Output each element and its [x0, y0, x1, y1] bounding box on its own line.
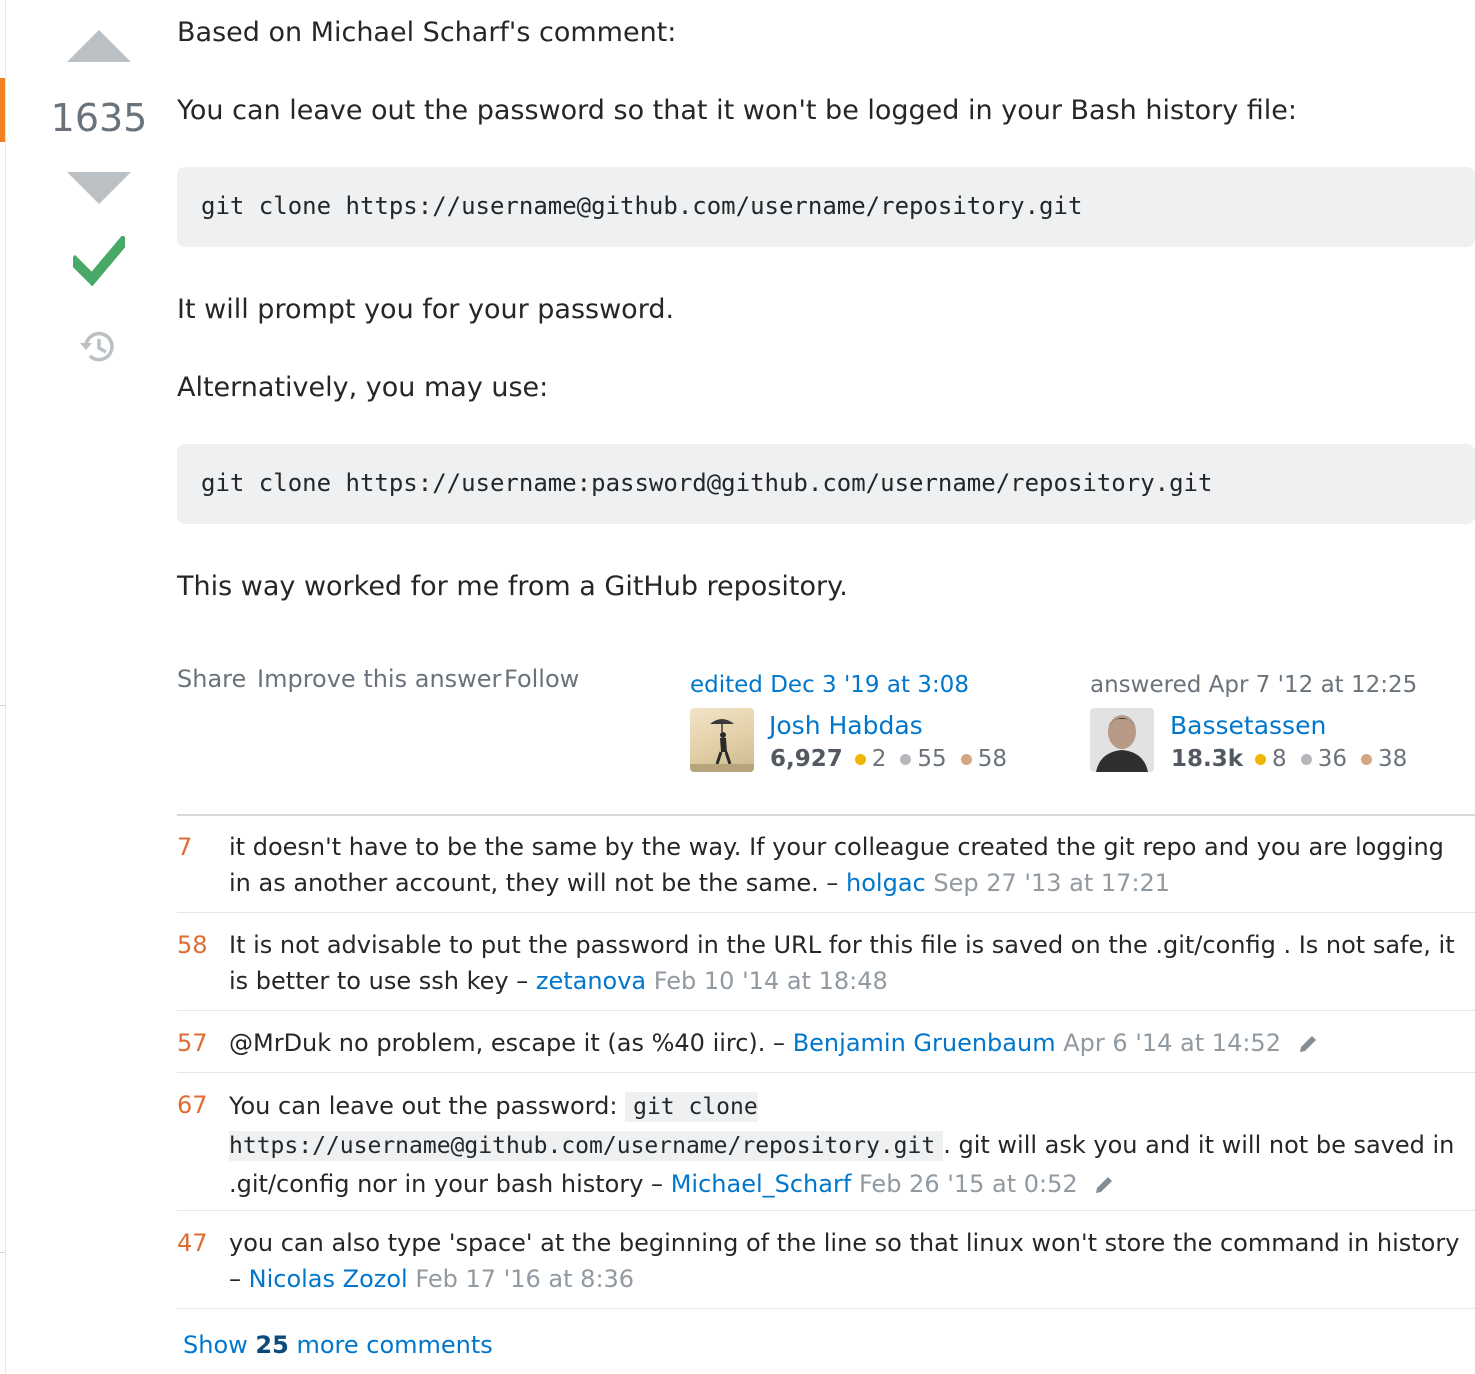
comment-date[interactable]: Apr 6 '14 at 14:52	[1063, 1029, 1281, 1057]
code-block: git clone https://username:password@gith…	[177, 444, 1475, 524]
edited-timestamp-link[interactable]: edited Dec 3 '19 at 3:08	[690, 672, 969, 698]
pencil-icon[interactable]	[1093, 1174, 1115, 1196]
comment-text: it doesn't have to be the same by the wa…	[229, 833, 1444, 897]
show-more-suffix: more comments	[296, 1331, 493, 1359]
comment-user-link[interactable]: Benjamin Gruenbaum	[793, 1029, 1056, 1057]
gold-badges: 2	[854, 746, 886, 772]
editor-name-link[interactable]: Josh Habdas	[769, 711, 923, 740]
bronze-badge-icon	[1360, 753, 1372, 765]
improve-answer-link[interactable]: Improve this answer	[257, 665, 501, 693]
comment-body: It is not advisable to put the password …	[229, 927, 1469, 999]
silver-badges: 36	[1300, 746, 1347, 772]
gold-badges: 8	[1255, 746, 1287, 772]
comment-divider	[177, 1072, 1475, 1073]
editor-stats: 6,927 2 55 58	[770, 746, 1021, 772]
left-divider	[0, 705, 6, 706]
gold-badge-icon	[1255, 753, 1267, 765]
code-block: git clone https://username@github.com/us…	[177, 167, 1475, 247]
paragraph: This way worked for me from a GitHub rep…	[177, 571, 848, 602]
comment-divider	[177, 912, 1475, 913]
comment-date[interactable]: Feb 17 '16 at 8:36	[415, 1265, 634, 1293]
gold-badge-icon	[854, 753, 866, 765]
downvote-icon[interactable]	[67, 172, 131, 204]
bronze-badge-icon	[960, 753, 972, 765]
comment-score: 47	[177, 1229, 208, 1257]
comment-body: You can leave out the password: git clon…	[229, 1087, 1469, 1203]
silver-badge-icon	[1300, 753, 1312, 765]
history-icon[interactable]	[78, 328, 118, 366]
comment-user-link[interactable]: holgac	[846, 869, 926, 897]
bronze-badges: 58	[960, 746, 1007, 772]
comment-date[interactable]: Sep 27 '13 at 17:21	[933, 869, 1170, 897]
left-divider	[0, 1252, 6, 1253]
comment-body: you can also type 'space' at the beginni…	[229, 1225, 1469, 1297]
comment-score: 7	[177, 833, 193, 861]
comment-date[interactable]: Feb 26 '15 at 0:52	[859, 1170, 1078, 1198]
left-border	[5, 0, 6, 1374]
comment-body: it doesn't have to be the same by the wa…	[229, 829, 1469, 901]
reputation-score: 18.3k	[1171, 746, 1244, 772]
comment-user-link[interactable]: zetanova	[536, 967, 646, 995]
comments-top-divider	[177, 814, 1475, 816]
bronze-badges: 38	[1360, 746, 1407, 772]
hidden-comment-count: 25	[255, 1331, 289, 1359]
silver-badge-icon	[900, 753, 912, 765]
code-text: git clone https://username:password@gith…	[201, 469, 1213, 497]
paragraph: You can leave out the password so that i…	[177, 95, 1297, 126]
vote-count: 1635	[50, 96, 148, 140]
comment-text: you can also type 'space' at the beginni…	[229, 1229, 1460, 1293]
share-link[interactable]: Share	[177, 665, 246, 693]
comment-score: 67	[177, 1091, 208, 1119]
comment-text: You can leave out the password:	[229, 1092, 618, 1120]
paragraph: Alternatively, you may use:	[177, 372, 549, 403]
author-stats: 18.3k 8 36 38	[1171, 746, 1421, 772]
comment-user-link[interactable]: Nicolas Zozol	[249, 1265, 408, 1293]
author-avatar[interactable]	[1090, 708, 1154, 772]
active-indicator	[0, 78, 5, 142]
comment-user-link[interactable]: Michael_Scharf	[671, 1170, 852, 1198]
reputation-score: 6,927	[770, 746, 843, 772]
comment-divider	[177, 1010, 1475, 1011]
comment-divider	[177, 1308, 1475, 1309]
upvote-icon[interactable]	[67, 30, 131, 62]
code-text: git clone https://username@github.com/us…	[201, 192, 1083, 220]
silver-badges: 55	[900, 746, 947, 772]
pencil-icon[interactable]	[1297, 1033, 1319, 1055]
paragraph: It will prompt you for your password.	[177, 294, 675, 325]
comment-score: 57	[177, 1029, 208, 1057]
show-more-comments-link[interactable]: Show 25 more comments	[183, 1331, 493, 1359]
answered-timestamp: answered Apr 7 '12 at 12:25	[1090, 672, 1418, 698]
accepted-check-icon	[73, 236, 125, 286]
comment-divider	[177, 1210, 1475, 1211]
comment-text: @MrDuk no problem, escape it (as %40 iir…	[229, 1029, 786, 1057]
show-more-prefix: Show	[183, 1331, 248, 1359]
comment-date[interactable]: Feb 10 '14 at 18:48	[654, 967, 888, 995]
editor-avatar[interactable]	[690, 708, 754, 772]
follow-link[interactable]: Follow	[504, 665, 579, 693]
paragraph: Based on Michael Scharf's comment:	[177, 17, 677, 48]
comment-score: 58	[177, 931, 208, 959]
author-name-link[interactable]: Bassetassen	[1170, 711, 1326, 740]
comment-body: @MrDuk no problem, escape it (as %40 iir…	[229, 1025, 1469, 1061]
